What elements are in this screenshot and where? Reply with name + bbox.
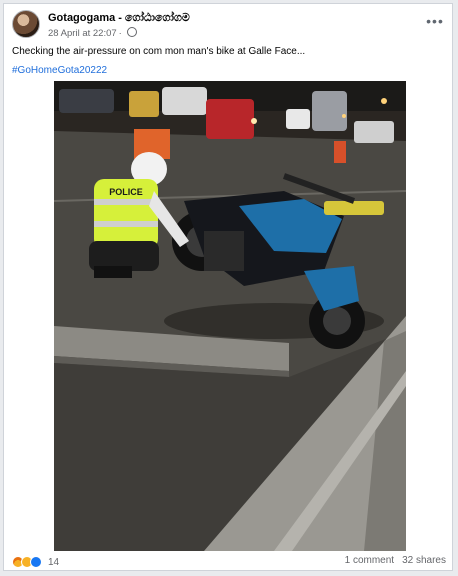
post-stats: 1 comment 32 shares — [337, 555, 446, 566]
more-options-button[interactable]: ••• — [424, 14, 446, 34]
post-header: Gotagogama - ගෝඨාගෝගම 28 April at 22:07 ·… — [12, 10, 446, 42]
post-timestamp[interactable]: 28 April at 22:07 — [48, 28, 117, 39]
like-icon — [30, 556, 42, 568]
meta-separator: · — [118, 28, 122, 39]
author-name[interactable]: Gotagogama - ගෝඨාගෝගම — [48, 12, 190, 25]
reaction-count[interactable]: 14 — [48, 557, 59, 568]
author-avatar[interactable] — [12, 10, 40, 38]
post-caption: Checking the air-pressure on com mon man… — [12, 46, 306, 57]
post-footer: 14 1 comment 32 shares — [12, 554, 446, 570]
share-count[interactable]: 32 shares — [402, 555, 446, 566]
post-meta: 28 April at 22:07 · — [48, 27, 137, 39]
photo-scene: POLICE — [54, 81, 406, 551]
vest-label: POLICE — [109, 187, 143, 197]
comment-count[interactable]: 1 comment — [345, 555, 394, 566]
post-card: Gotagogama - ගෝඨාගෝගම 28 April at 22:07 ·… — [3, 3, 453, 571]
post-hashtag[interactable]: #GoHomeGota20222 — [12, 65, 107, 76]
globe-icon — [126, 27, 137, 37]
post-photo[interactable]: POLICE — [54, 81, 406, 551]
